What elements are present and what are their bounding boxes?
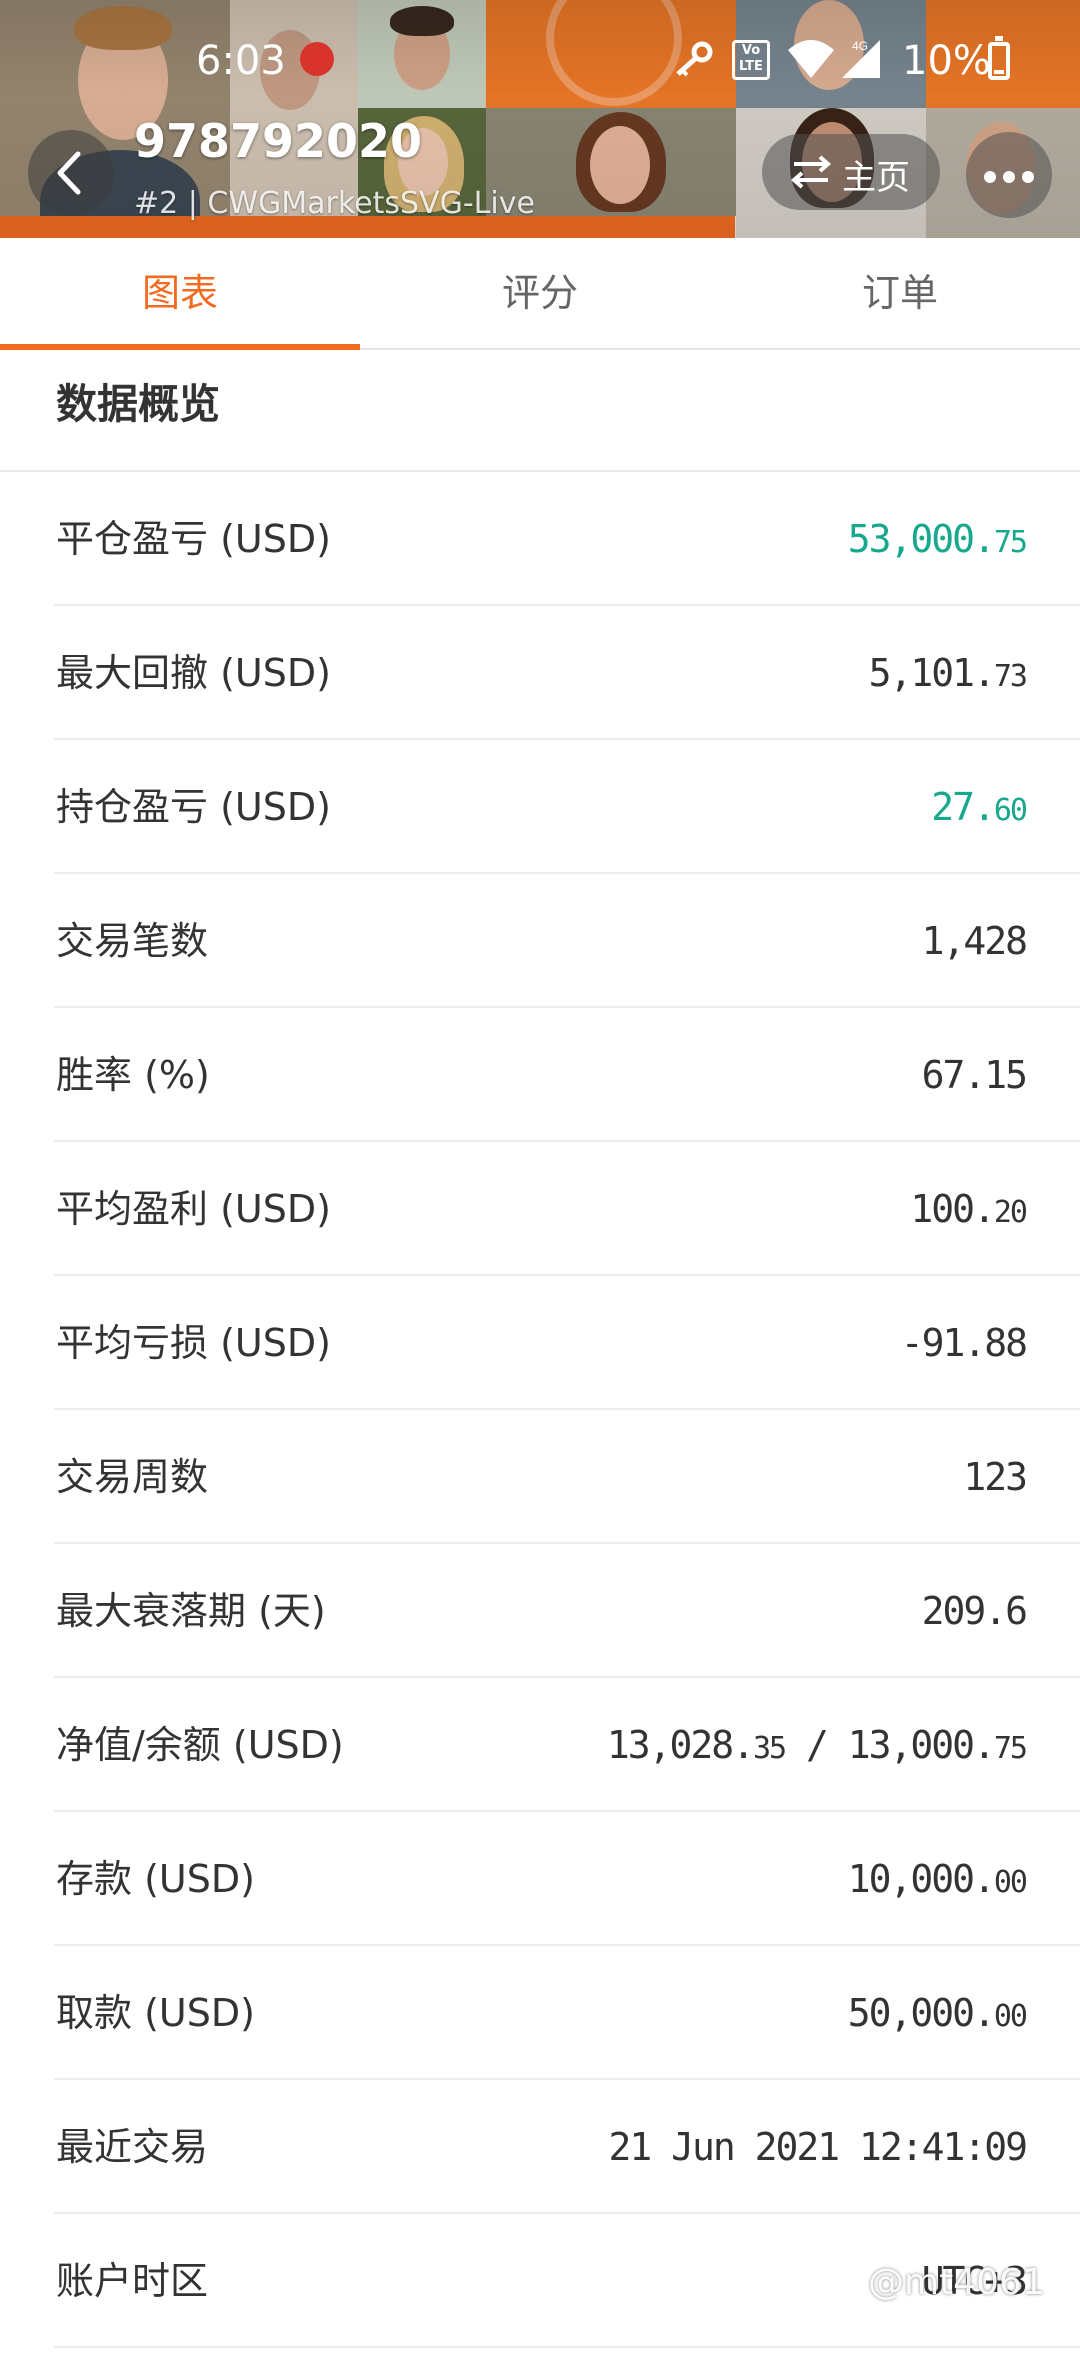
stat-value: 21 Jun 2021 12:41:09 — [608, 2125, 1028, 2169]
stat-label: 平仓盈亏 (USD) — [56, 517, 331, 561]
stat-row: 最大回撤 (USD) 5,101.73 — [0, 606, 1080, 740]
stat-row: 交易笔数 1,428 — [0, 874, 1080, 1008]
home-button-label: 主页 — [842, 158, 910, 198]
stat-label: 平均亏损 (USD) — [56, 1321, 331, 1365]
watermark: @mt4061 — [868, 2262, 1045, 2303]
stat-value: 123 — [963, 1455, 1028, 1499]
tab-orders[interactable]: 订单 — [720, 238, 1080, 348]
stat-label: 最大衰落期 (天) — [56, 1589, 326, 1633]
home-button[interactable]: 主页 — [762, 134, 940, 210]
stat-label: 最近交易 — [56, 2125, 209, 2169]
stat-label: 交易笔数 — [56, 919, 209, 963]
battery-percent: 10% — [902, 38, 991, 84]
stat-label: 交易周数 — [56, 1455, 209, 1499]
stat-row: 取款 (USD) 50,000.00 — [0, 1946, 1080, 2080]
stat-value: 53,000.75 — [847, 517, 1028, 561]
stat-label: 胜率 (%) — [56, 1053, 210, 1097]
tab-chart[interactable]: 图表 — [0, 238, 360, 348]
stats-list: 平仓盈亏 (USD) 53,000.75 最大回撤 (USD) 5,101.73… — [0, 472, 1080, 2348]
tab-rating[interactable]: 评分 — [360, 238, 720, 348]
stat-value: 67.15 — [921, 1053, 1028, 1097]
more-options-button[interactable] — [966, 132, 1052, 218]
stat-row: 持仓盈亏 (USD) 27.60 — [0, 740, 1080, 874]
stat-value: 50,000.00 — [847, 1991, 1028, 2035]
stat-value: 100.20 — [910, 1187, 1028, 1231]
notification-icon — [300, 42, 334, 76]
stat-row: 胜率 (%) 67.15 — [0, 1008, 1080, 1142]
stat-row: 平均亏损 (USD) -91.88 — [0, 1276, 1080, 1410]
key-icon — [676, 41, 713, 77]
account-server: #2 | CWGMarketsSVG-Live — [134, 186, 535, 221]
section-title: 数据概览 — [56, 380, 220, 428]
stat-label: 存款 (USD) — [56, 1857, 255, 1901]
more-dot-icon — [1003, 171, 1015, 183]
stat-row: 最大衰落期 (天) 209.6 — [0, 1544, 1080, 1678]
more-dot-icon — [984, 171, 996, 183]
stat-row: 平均盈利 (USD) 100.20 — [0, 1142, 1080, 1276]
status-bar: 6:03 Vo LTE 4G 10% — [0, 30, 1080, 94]
tab-bar: 图表 评分 订单 — [0, 238, 1080, 350]
stat-value: 10,000.00 — [847, 1857, 1028, 1901]
stat-value: 27.60 — [931, 785, 1028, 829]
stat-label: 净值/余额 (USD) — [56, 1723, 344, 1767]
stat-label: 最大回撤 (USD) — [56, 651, 331, 695]
stat-value: 1,428 — [921, 919, 1028, 963]
stat-value: 5,101.73 — [868, 651, 1028, 695]
more-dot-icon — [1022, 171, 1034, 183]
stat-label: 取款 (USD) — [56, 1991, 255, 2035]
stat-value: 13,028.35 / 13,000.75 — [606, 1723, 1028, 1767]
stat-row: 交易周数 123 — [0, 1410, 1080, 1544]
signal-icon: 4G — [842, 39, 880, 78]
battery-icon — [988, 36, 1010, 80]
stat-row: 最近交易 21 Jun 2021 12:41:09 — [0, 2080, 1080, 2214]
account-id: 978792020 — [134, 114, 423, 168]
back-button[interactable] — [28, 130, 114, 216]
stat-label: 平均盈利 (USD) — [56, 1187, 331, 1231]
account-header: 6:03 Vo LTE 4G 10% 978792020 #2 | CWGMark… — [0, 0, 1080, 238]
stat-label: 账户时区 — [56, 2259, 209, 2303]
stat-row: 平仓盈亏 (USD) 53,000.75 — [0, 472, 1080, 606]
stat-value: 209.6 — [921, 1589, 1028, 1633]
stat-value: -91.88 — [900, 1321, 1028, 1365]
active-tab-indicator — [0, 344, 360, 350]
wifi-icon — [788, 40, 834, 78]
status-time: 6:03 — [196, 38, 286, 84]
stat-label: 持仓盈亏 (USD) — [56, 785, 331, 829]
chevron-left-icon — [57, 151, 81, 195]
stat-row: 存款 (USD) 10,000.00 — [0, 1812, 1080, 1946]
volte-icon: Vo LTE — [732, 40, 770, 80]
svg-text:4G: 4G — [852, 39, 868, 53]
swap-icon — [790, 155, 832, 189]
stat-row: 净值/余额 (USD) 13,028.35 / 13,000.75 — [0, 1678, 1080, 1812]
